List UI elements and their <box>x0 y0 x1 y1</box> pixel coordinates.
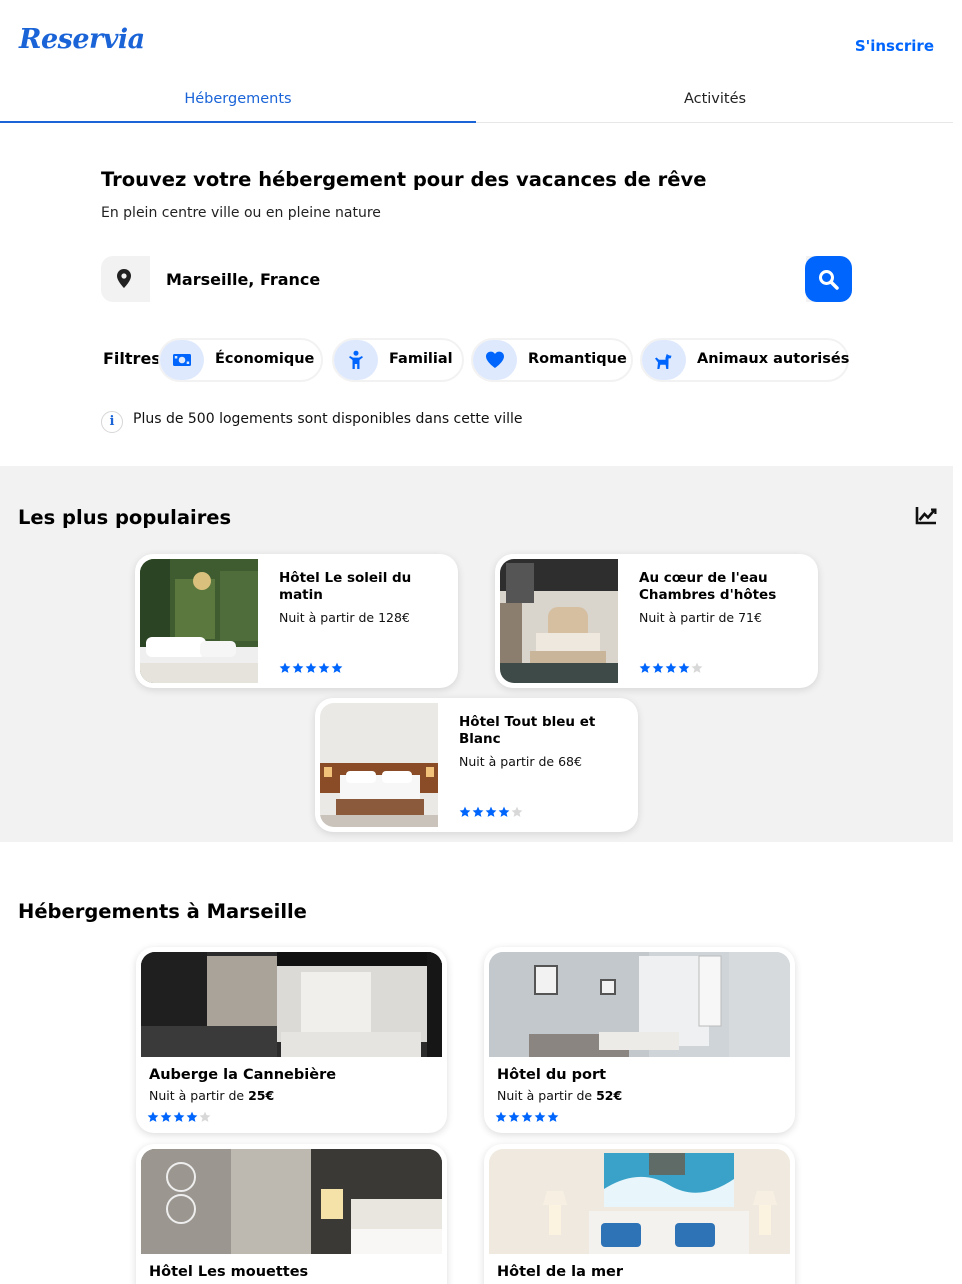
hotel-price: Nuit à partir de 68€ <box>459 754 582 769</box>
filter-label: Familial <box>389 351 453 367</box>
search-bar <box>101 256 852 302</box>
star-filled-icon <box>318 662 330 673</box>
hotel-photo <box>141 1149 442 1254</box>
signup-link[interactable]: S'inscrire <box>855 37 934 55</box>
lodging-card[interactable]: Auberge la Cannebière Nuit à partir de 2… <box>136 947 447 1133</box>
tab-hebergements[interactable]: Hébergements <box>0 80 476 123</box>
rating-stars <box>147 1111 212 1130</box>
filter-romantique[interactable]: Romantique <box>471 338 633 382</box>
hotel-price: Nuit à partir de 71€ <box>639 610 762 625</box>
lodging-card[interactable]: Hôtel de la mer <box>484 1144 795 1284</box>
star-empty-icon <box>199 1111 211 1122</box>
search-input[interactable] <box>150 256 806 302</box>
lodgings-title: Hébergements à Marseille <box>18 900 307 923</box>
filter-label: Animaux autorisés <box>697 351 850 367</box>
star-filled-icon <box>305 662 317 673</box>
filter-label: Économique <box>215 351 315 367</box>
popular-card[interactable]: Hôtel Tout bleu et Blanc Nuit à partir d… <box>315 698 638 832</box>
filter-economique[interactable]: Économique <box>158 338 323 382</box>
hotel-price: Nuit à partir de 128€ <box>279 610 410 625</box>
tab-activites[interactable]: Activités <box>477 80 953 123</box>
hotel-photo <box>500 559 618 683</box>
page-subtitle: En plein centre ville ou en pleine natur… <box>101 205 381 221</box>
star-empty-icon <box>511 806 523 817</box>
lodging-card[interactable]: Hôtel Les mouettes <box>136 1144 447 1284</box>
hotel-name: Hôtel de la mer <box>497 1264 624 1280</box>
page-title: Trouvez votre hébergement pour des vacan… <box>101 168 707 191</box>
star-filled-icon <box>279 662 291 673</box>
hotel-photo <box>489 952 790 1057</box>
filters-label: Filtres <box>103 349 161 368</box>
star-filled-icon <box>498 806 510 817</box>
star-filled-icon <box>534 1111 546 1122</box>
star-filled-icon <box>292 662 304 673</box>
star-empty-icon <box>691 662 703 673</box>
popular-title: Les plus populaires <box>18 506 232 529</box>
heart-icon <box>473 340 517 380</box>
rating-stars <box>639 662 704 681</box>
hotel-photo <box>140 559 258 683</box>
hotel-name: Hôtel du port <box>497 1067 607 1083</box>
filter-animaux-autorises[interactable]: Animaux autorisés <box>640 338 849 382</box>
star-filled-icon <box>459 806 471 817</box>
hotel-name: Hôtel Les mouettes <box>149 1264 309 1280</box>
rating-stars <box>495 1111 560 1130</box>
hotel-photo <box>320 703 438 827</box>
lodging-card[interactable]: Hôtel du port Nuit à partir de 52€ <box>484 947 795 1133</box>
hotel-price: Nuit à partir de 52€ <box>497 1088 623 1103</box>
rating-stars <box>459 806 524 825</box>
star-filled-icon <box>678 662 690 673</box>
star-filled-icon <box>652 662 664 673</box>
star-filled-icon <box>665 662 677 673</box>
map-pin-icon <box>115 268 133 290</box>
popular-card[interactable]: Au cœur de l'eau Chambres d'hôtes Nuit à… <box>495 554 818 688</box>
money-icon <box>160 340 204 380</box>
hotel-name: Hôtel Tout bleu et Blanc <box>459 714 596 747</box>
hotel-price: Nuit à partir de 25€ <box>149 1088 275 1103</box>
popular-section: Les plus populaires Hôtel Le soleil du m… <box>0 466 953 842</box>
filter-familial[interactable]: Familial <box>332 338 464 382</box>
info-icon: i <box>101 411 123 433</box>
dog-icon <box>642 340 686 380</box>
hotel-photo <box>489 1149 790 1254</box>
hotel-photo <box>141 952 442 1057</box>
star-filled-icon <box>160 1111 172 1122</box>
star-filled-icon <box>485 806 497 817</box>
star-filled-icon <box>508 1111 520 1122</box>
star-filled-icon <box>147 1111 159 1122</box>
star-filled-icon <box>173 1111 185 1122</box>
hotel-name: Hôtel Le soleil du matin <box>279 570 412 603</box>
hotel-name: Au cœur de l'eau Chambres d'hôtes <box>639 570 777 603</box>
star-filled-icon <box>331 662 343 673</box>
hotel-name: Auberge la Cannebière <box>149 1067 337 1083</box>
logo[interactable]: Reservia <box>19 24 145 55</box>
star-filled-icon <box>186 1111 198 1122</box>
rating-stars <box>279 662 344 681</box>
trend-chart-icon <box>915 506 937 530</box>
star-filled-icon <box>547 1111 559 1122</box>
tab-bar: Hébergements Activités <box>0 80 953 123</box>
star-filled-icon <box>495 1111 507 1122</box>
header: Reservia S'inscrire <box>0 0 962 90</box>
star-filled-icon <box>639 662 651 673</box>
popular-card[interactable]: Hôtel Le soleil du matin Nuit à partir d… <box>135 554 458 688</box>
child-icon <box>334 340 378 380</box>
availability-text: Plus de 500 logements sont disponibles d… <box>133 411 523 427</box>
filter-label: Romantique <box>528 351 627 367</box>
star-filled-icon <box>472 806 484 817</box>
star-filled-icon <box>521 1111 533 1122</box>
search-button[interactable] <box>805 256 852 302</box>
